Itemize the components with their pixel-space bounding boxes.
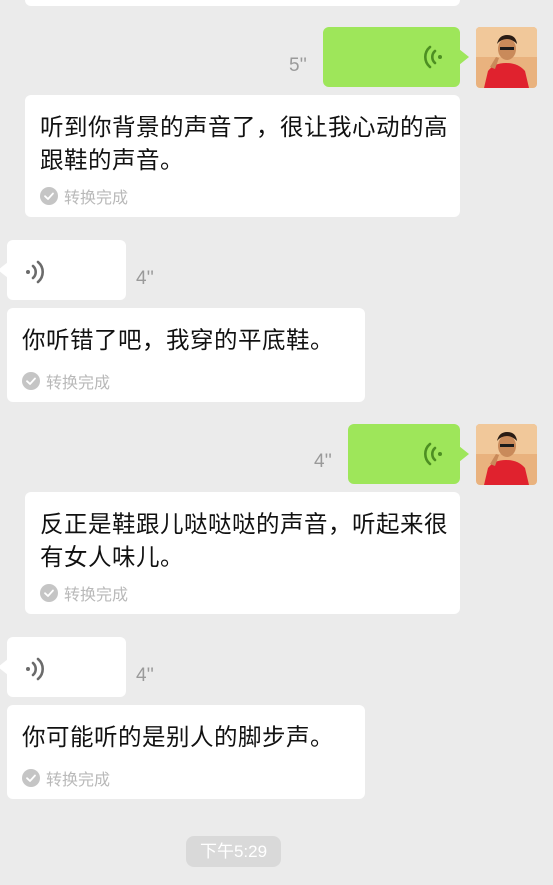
transcript-status: 转换完成 [22, 369, 110, 393]
transcript-status: 转换完成 [40, 581, 128, 605]
voice-duration: 4'' [136, 665, 154, 686]
voice-wave-icon [26, 260, 44, 284]
transcript-card: 反正是鞋跟儿哒哒哒的声音，听起来很有女人味儿。 转换完成 [25, 492, 460, 614]
previous-message-card [25, 0, 460, 6]
check-circle-icon [22, 769, 40, 787]
transcript-card: 你可能听的是别人的脚步声。 转换完成 [7, 705, 365, 799]
voice-message-bubble[interactable] [323, 27, 469, 87]
transcript-card: 听到你背景的声音了，很让我心动的高跟鞋的声音。 转换完成 [25, 95, 460, 217]
transcript-status-label: 转换完成 [64, 188, 129, 207]
voice-duration: 5'' [289, 55, 307, 76]
avatar[interactable] [476, 424, 537, 485]
transcript-status: 转换完成 [22, 766, 110, 790]
voice-wave-icon [424, 45, 442, 69]
transcript-text: 你听错了吧，我穿的平底鞋。 [22, 326, 334, 354]
transcript-status-label: 转换完成 [64, 585, 129, 604]
voice-message-bubble[interactable] [0, 637, 126, 697]
transcript-status-label: 转换完成 [46, 373, 111, 392]
voice-wave-icon [424, 442, 442, 466]
transcript-text: 听到你背景的声音了，很让我心动的高跟鞋的声音。 [40, 113, 448, 174]
voice-message-bubble[interactable] [0, 240, 126, 300]
transcript-text: 你可能听的是别人的脚步声。 [22, 723, 334, 751]
avatar[interactable] [476, 27, 537, 88]
transcript-status-label: 转换完成 [46, 770, 111, 789]
check-circle-icon [40, 187, 58, 205]
voice-wave-icon [26, 657, 44, 681]
voice-duration: 4'' [314, 451, 332, 472]
voice-duration: 4'' [136, 268, 154, 289]
voice-message-bubble[interactable] [348, 424, 469, 484]
transcript-card: 你听错了吧，我穿的平底鞋。 转换完成 [7, 308, 365, 402]
transcript-status: 转换完成 [40, 184, 128, 208]
timestamp-pill: 下午5:29 [186, 836, 281, 867]
check-circle-icon [40, 584, 58, 602]
check-circle-icon [22, 372, 40, 390]
transcript-text: 反正是鞋跟儿哒哒哒的声音，听起来很有女人味儿。 [40, 510, 448, 571]
